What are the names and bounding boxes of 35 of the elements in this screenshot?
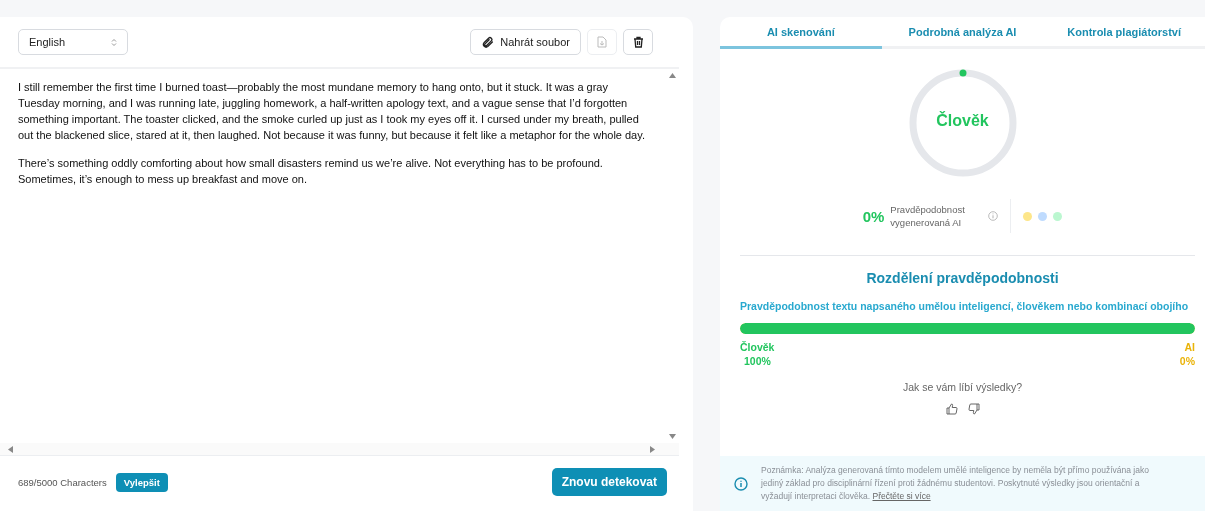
upload-button[interactable]: Nahrát soubor: [470, 29, 581, 55]
delete-button[interactable]: [623, 29, 653, 55]
scroll-down-icon[interactable]: [668, 434, 676, 439]
distribution-subtitle: Pravděpodobnost textu napsaného umělou inteligencí, člověkem nebo kombinací obojího: [740, 300, 1190, 312]
language-select[interactable]: English: [18, 29, 128, 55]
scroll-right-icon[interactable]: [650, 445, 655, 453]
disclaimer-note: Poznámka: Analýza generovaná tímto modelem umělé inteligence by neměla být přímo používána jako jediný základ pro disciplinární řízení proti žádnému studentovi. Poskytnuté výsledky jsou orientační a vyžadují interpretaci člověka. Přečtěte si více: [761, 464, 1150, 503]
improve-button[interactable]: Vylepšit: [115, 472, 168, 492]
human-label: Člověk: [740, 340, 775, 354]
tab[interactable]: Kontrola plagiátorství: [1043, 17, 1205, 49]
gauge-label: Člověk: [935, 112, 990, 130]
thumbs-down-icon[interactable]: [967, 403, 980, 415]
ai-score: 0%: [862, 207, 885, 225]
character-count: 689/5000 Characters: [18, 476, 107, 488]
trash-icon: [632, 36, 644, 48]
scroll-up-icon[interactable]: [668, 73, 676, 78]
ai-value: 0%: [1179, 354, 1195, 368]
ai-label: AI: [1183, 340, 1195, 354]
thumbs-up-icon[interactable]: [945, 403, 958, 415]
scroll-left-icon[interactable]: [8, 445, 13, 453]
language-label: English: [29, 36, 66, 48]
human-value: 100%: [743, 354, 772, 368]
read-more-link[interactable]: Přečtěte si více: [872, 491, 931, 501]
chevron-icon: [111, 37, 117, 47]
info-icon[interactable]: [988, 211, 999, 221]
distribution-title: Rozdělení pravděpodobnosti: [865, 270, 1060, 286]
text-input[interactable]: I still remember the first time I burned toast—probably the most mundane memory to hang onto, but it stuck. It was a gray Tuesday morning, and I was running late, juggling homework, a half-written apology text, and a vague sense that I’d forgotten something important. The toaster clicked, and the smoke curled up just as I took my eyes off it. I cursed under my breath, pulled out the blackened slice, stared at it, then laughed. Not because it was funny, but because it felt like a metaphor for the whole day. There’s something oddly comforting about how small disasters remind us we’re alive. Not everything has to be profound. Sometimes, it’s enough to mess up breakfast and move on.: [0, 69, 665, 443]
file-download-icon: [597, 36, 607, 48]
paperclip-icon: [481, 35, 495, 49]
feedback-question: Jak se vám líbí výsledky?: [901, 381, 1023, 393]
detect-button[interactable]: Znovu detekovat: [551, 468, 667, 496]
ai-score-caption: Pravděpodobnost vygenerovaná AI: [890, 203, 966, 229]
info-icon: [734, 476, 748, 491]
tab[interactable]: Podrobná analýza AI: [881, 17, 1044, 49]
tab[interactable]: AI skenování: [720, 17, 882, 49]
